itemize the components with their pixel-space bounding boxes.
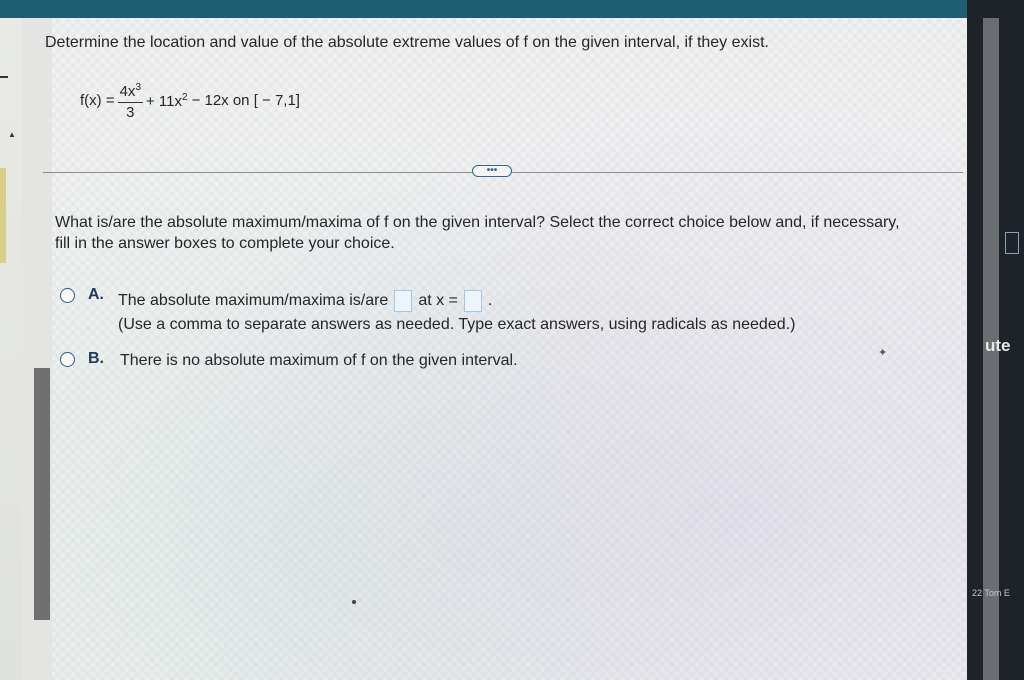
- grid-icon[interactable]: [1005, 232, 1019, 254]
- formula-rest: − 12x on [ − 7,1]: [191, 92, 300, 109]
- answer-box-max-value[interactable]: [394, 290, 413, 312]
- formula-term2: + 11x2: [146, 91, 188, 110]
- scrollbar-thumb[interactable]: [34, 368, 50, 620]
- choice-a-text-before: The absolute maximum/maxima is/are: [118, 292, 389, 309]
- choice-a-line: The absolute maximum/maxima is/are at x …: [118, 290, 492, 312]
- formula-lhs: f(x) =: [80, 92, 115, 109]
- answer-box-x-location[interactable]: [463, 290, 482, 312]
- choice-b-letter: B.: [88, 350, 104, 367]
- formula-fraction: 4x3 3: [117, 78, 143, 123]
- side-panel-small-text: 22 Tom E: [972, 588, 1010, 598]
- side-panel-label[interactable]: ute: [985, 336, 1011, 356]
- fraction-denominator: 3: [126, 104, 135, 121]
- show-more-button[interactable]: •••: [472, 165, 512, 177]
- screen-speck: [352, 600, 356, 604]
- radio-choice-b[interactable]: [60, 352, 75, 367]
- function-formula: f(x) = 4x3 3 + 11x2 − 12x on [ − 7,1]: [80, 78, 300, 123]
- top-bar: [0, 0, 985, 18]
- choice-a-text-mid: at x =: [418, 292, 458, 309]
- radio-choice-a[interactable]: [60, 288, 75, 303]
- choice-b-text: There is no absolute maximum of f on the…: [120, 352, 518, 369]
- fraction-numerator: 4x3: [117, 78, 143, 103]
- left-tick: [0, 76, 8, 78]
- choice-a-note: (Use a comma to separate answers as need…: [118, 316, 796, 333]
- left-gutter: ▲: [0, 18, 22, 680]
- choice-a-text-end: .: [487, 292, 493, 309]
- scroll-up-arrow-icon[interactable]: ▲: [8, 130, 16, 139]
- problem-instruction: Determine the location and value of the …: [45, 34, 769, 51]
- question-text: What is/are the absolute maximum/maxima …: [55, 214, 900, 252]
- choice-a-letter: A.: [88, 286, 104, 303]
- left-highlight-strip: [0, 168, 6, 263]
- cursor-icon: ✦: [878, 347, 888, 359]
